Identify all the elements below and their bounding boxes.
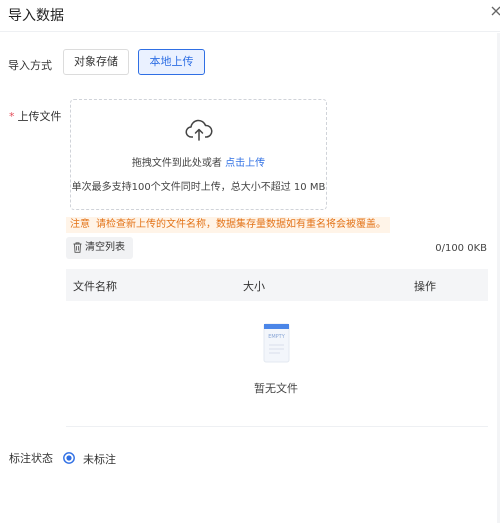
file-table-header: 文件名称 大小 操作 [66,269,488,301]
upload-file-label-text: 上传文件 [17,110,62,123]
click-upload-link[interactable]: 点击上传 [225,158,265,169]
object-storage-option[interactable]: 对象存储 [63,49,129,75]
column-actions: 操作 [414,280,436,293]
close-icon[interactable] [490,5,500,17]
empty-badge-text: EMPTY [268,334,286,340]
required-star: * [9,110,15,123]
import-method-label: 导入方式 [8,59,52,72]
column-size: 大小 [243,280,265,293]
clear-list-button[interactable]: 清空列表 [66,237,133,259]
empty-list-text: 暂无文件 [254,382,298,395]
radio-unannotated[interactable] [63,452,75,464]
annotation-status-label: 标注状态 [9,452,53,465]
drag-hint: 拖拽文件到此处或者 点击上传 [71,154,326,169]
trash-icon [73,242,82,253]
size-summary: 0/100 0KB [435,243,487,254]
overwrite-notice: 注意 请检查新上传的文件名称，数据集存量数据如有重名将会被覆盖。 [66,217,390,233]
import-data-dialog: 导入数据 导入方式 对象存储 本地上传 * 上传文件 拖拽文件到此处或者 点击上传… [0,0,500,523]
clear-list-label: 清空列表 [85,242,125,253]
drag-hint-text: 拖拽文件到此处或者 [131,158,222,169]
notice-tag: 注意 [70,219,90,230]
local-upload-option[interactable]: 本地上传 [138,49,205,75]
notice-text: 请检查新上传的文件名称，数据集存量数据如有重名将会被覆盖。 [96,219,386,230]
dialog-header: 导入数据 [0,0,500,32]
column-file-name: 文件名称 [73,280,117,293]
upload-file-label: * 上传文件 [9,108,62,124]
upload-dropzone[interactable]: 拖拽文件到此处或者 点击上传 单次最多支持100个文件同时上传，总大小不超过 1… [70,99,327,210]
unannotated-option-label[interactable]: 未标注 [83,451,116,467]
dialog-title: 导入数据 [8,8,64,24]
section-divider [66,426,488,427]
cloud-upload-icon [185,119,213,141]
upload-limit-text: 单次最多支持100个文件同时上传，总大小不超过 10 MB [71,182,326,193]
empty-file-icon: EMPTY [263,323,290,363]
